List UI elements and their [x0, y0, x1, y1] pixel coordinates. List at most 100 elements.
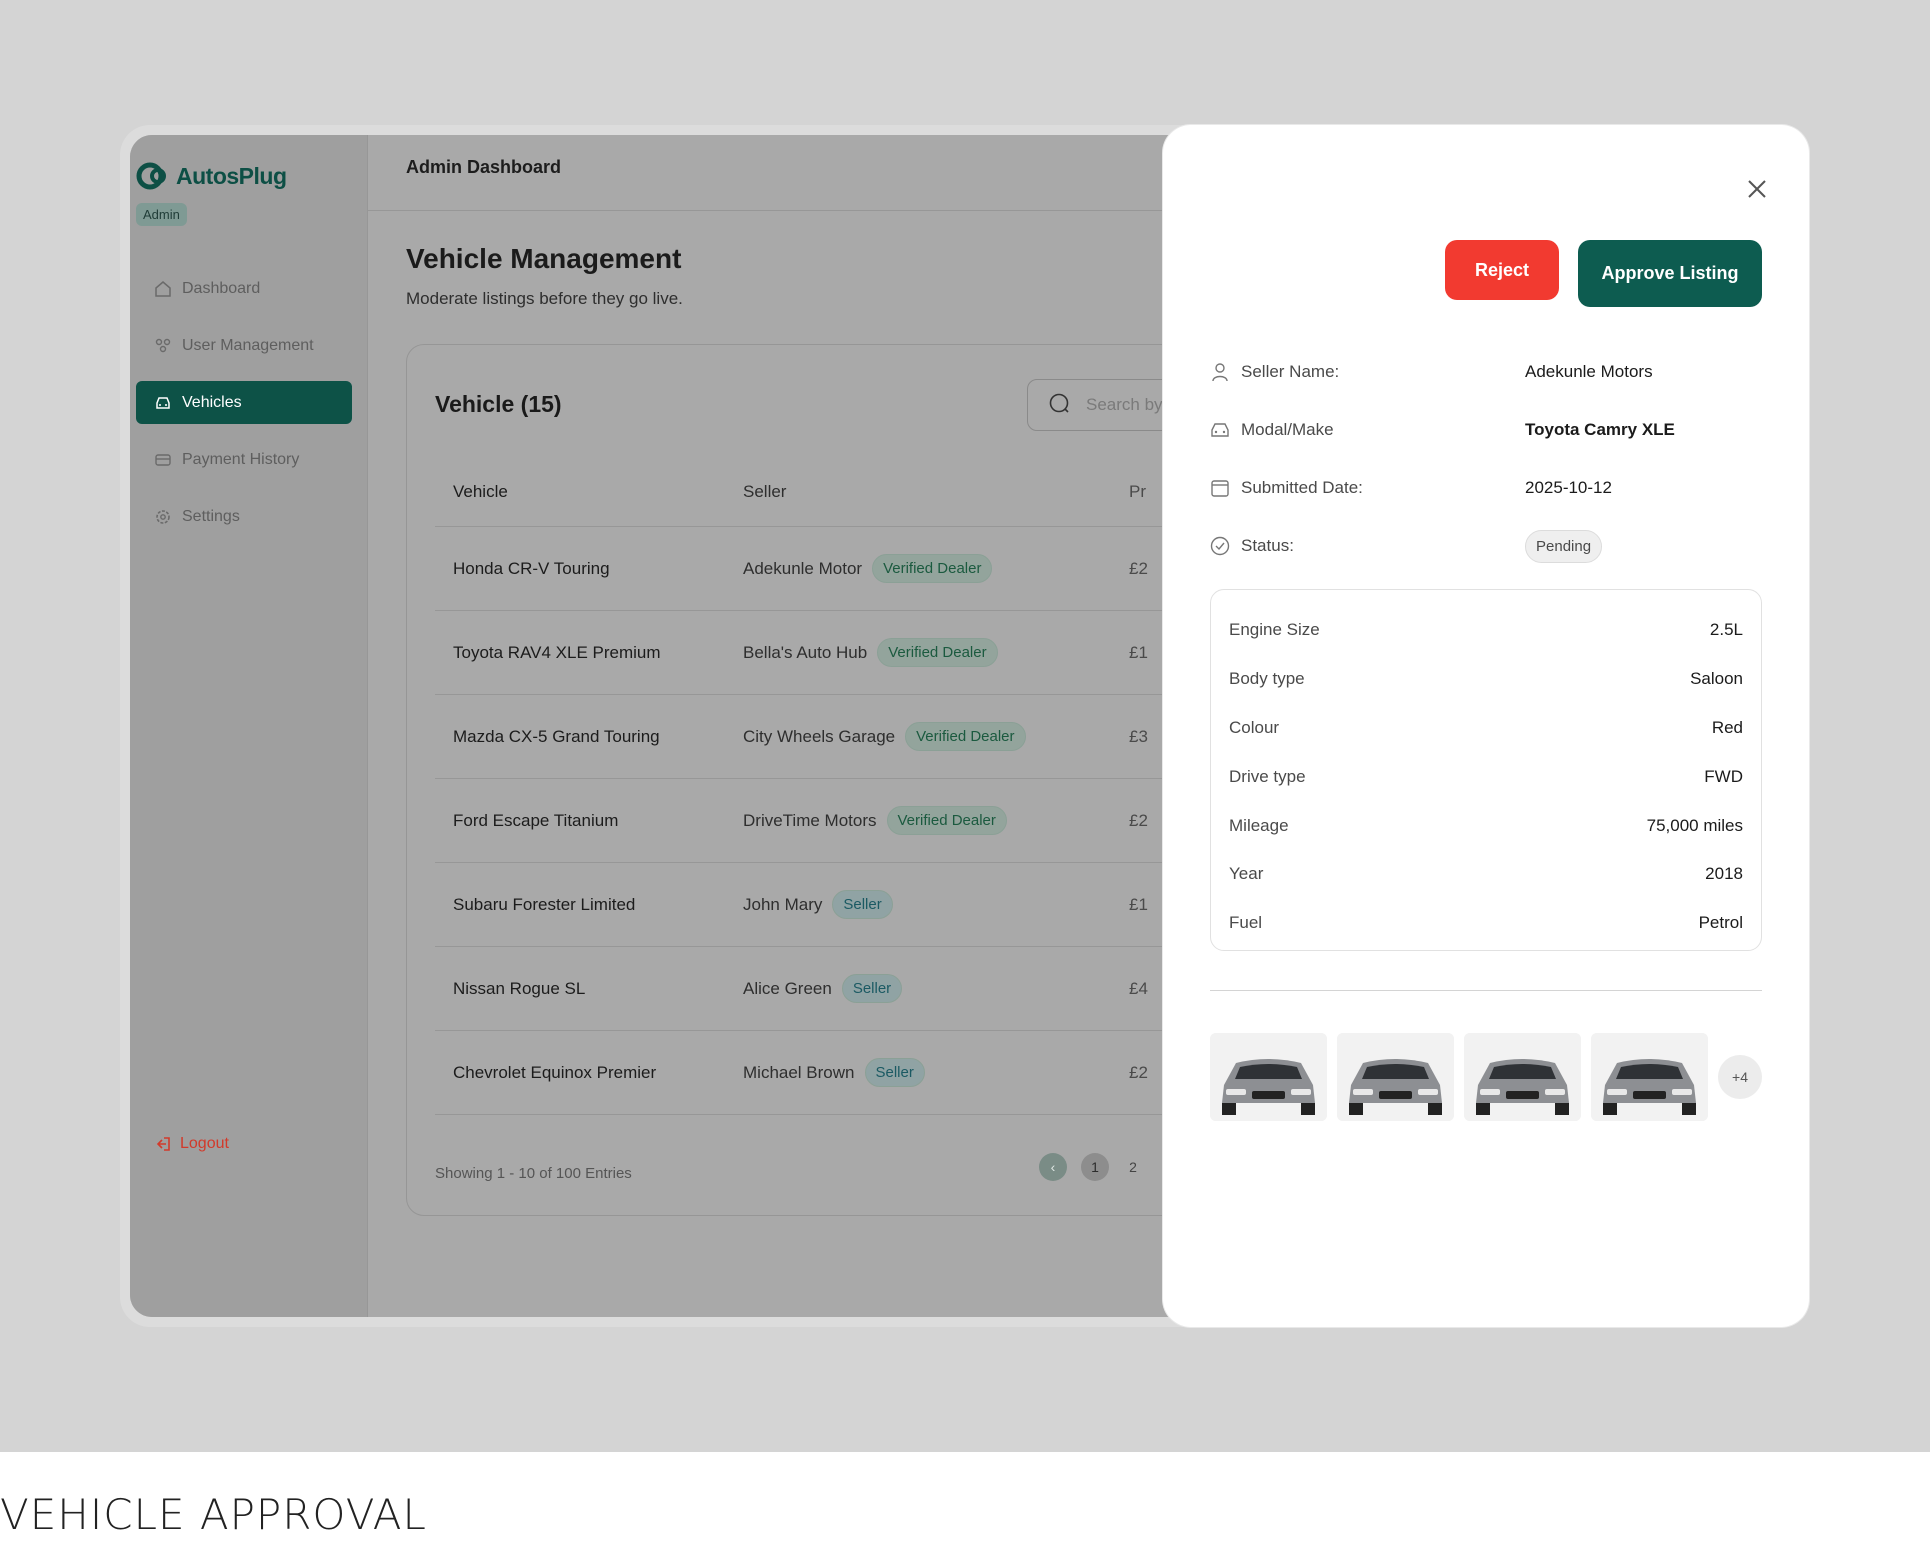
sidebar-item-label: User Management	[182, 336, 314, 354]
more-photos-button[interactable]: +4	[1718, 1055, 1762, 1099]
sidebar-item-label: Settings	[182, 507, 240, 525]
spec-label: Engine Size	[1229, 620, 1320, 640]
approve-listing-button[interactable]: Approve Listing	[1578, 240, 1762, 307]
users-icon	[155, 338, 171, 352]
seller-name-row: Seller Name: Adekunle Motors	[1209, 343, 1769, 401]
logout-label: Logout	[180, 1135, 229, 1152]
label-text: Modal/Make	[1241, 420, 1334, 439]
vehicle-approval-modal: Reject Approve Listing Seller Name: Adek…	[1163, 125, 1809, 1327]
submitted-date-label: Submitted Date:	[1209, 477, 1525, 499]
seller-cell: Adekunle Motor Verified Dealer	[743, 554, 1129, 583]
verified-dealer-badge: Verified Dealer	[872, 554, 993, 583]
brand-name: AutosPlug	[176, 162, 287, 189]
submitted-date-value: 2025-10-12	[1525, 478, 1612, 497]
logout-button[interactable]: Logout	[154, 1135, 229, 1153]
spec-value: 2.5L	[1709, 620, 1743, 640]
car-photo-icon	[1464, 1033, 1581, 1121]
spec-label: Drive type	[1229, 766, 1306, 786]
sidebar-item-settings[interactable]: Settings	[136, 495, 352, 538]
seller-cell: DriveTime Motors Verified Dealer	[743, 806, 1129, 835]
slide-caption: VEHICLE APPROVAL	[0, 1490, 427, 1539]
column-vehicle[interactable]: Vehicle	[435, 482, 743, 502]
seller-name: DriveTime Motors	[743, 810, 877, 830]
reject-button[interactable]: Reject	[1445, 240, 1559, 300]
logout-icon	[156, 1137, 170, 1151]
spec-row: Colour Red	[1229, 704, 1743, 753]
seller-name: Michael Brown	[743, 1062, 855, 1082]
verified-dealer-badge: Verified Dealer	[886, 806, 1007, 835]
seller-badge: Seller	[864, 1058, 925, 1087]
vehicle-name: Nissan Rogue SL	[453, 978, 586, 998]
seller-cell: Michael Brown Seller	[743, 1058, 1129, 1087]
seller-name: John Mary	[743, 894, 823, 914]
vehicle-count-title: Vehicle (15)	[435, 391, 562, 417]
photo-gallery: +4	[1210, 1033, 1762, 1121]
sidebar-item-label: Payment History	[182, 450, 300, 468]
model-make-row: Modal/Make Toyota Camry XLE	[1209, 401, 1769, 459]
sidebar-item-payment-history[interactable]: Payment History	[136, 438, 352, 481]
car-photo-icon	[1337, 1033, 1454, 1121]
spec-value: 2018	[1705, 864, 1743, 884]
seller-name: Bella's Auto Hub	[743, 642, 868, 662]
seller-name: Alice Green	[743, 978, 832, 998]
spec-row: Drive type FWD	[1229, 752, 1743, 801]
check-circle-icon	[1210, 536, 1230, 556]
column-seller[interactable]: Seller	[743, 482, 1129, 502]
spec-row: Body type Saloon	[1229, 655, 1743, 704]
seller-name: Adekunle Motor	[743, 558, 863, 578]
status-badge: Pending	[1525, 529, 1603, 563]
vehicle-name: Toyota RAV4 XLE Premium	[453, 642, 661, 662]
sidebar-item-user-management[interactable]: User Management	[136, 324, 352, 367]
seller-name-label: Seller Name:	[1209, 361, 1525, 383]
submitted-date-row: Submitted Date: 2025-10-12	[1209, 459, 1769, 517]
listing-info: Seller Name: Adekunle Motors Modal/Make …	[1209, 343, 1769, 575]
vehicle-name: Ford Escape Titanium	[453, 810, 619, 830]
page-title: Vehicle Management	[406, 243, 682, 274]
vehicle-photo-thumbnail[interactable]	[1464, 1033, 1581, 1121]
vehicle-photo-thumbnail[interactable]	[1591, 1033, 1708, 1121]
calendar-icon	[1211, 480, 1229, 497]
car-icon	[156, 396, 170, 409]
verified-dealer-badge: Verified Dealer	[877, 638, 998, 667]
previous-page-button[interactable]: ‹	[1039, 1153, 1067, 1181]
status-row: Status: Pending	[1209, 517, 1769, 575]
sidebar-item-dashboard[interactable]: Dashboard	[136, 267, 352, 310]
sidebar-item-label: Vehicles	[182, 393, 242, 411]
vehicle-name: Subaru Forester Limited	[453, 894, 636, 914]
spec-row: Fuel Petrol	[1229, 899, 1743, 948]
car-photo-icon	[1591, 1033, 1708, 1121]
vehicle-name: Honda CR-V Touring	[453, 558, 610, 578]
model-make-value: Toyota Camry XLE	[1525, 420, 1675, 439]
car-photo-icon	[1210, 1033, 1327, 1121]
screenshot-backdrop: AutosPlug Admin Dashboard User Managemen…	[0, 0, 1930, 1452]
spec-value: Red	[1711, 717, 1743, 737]
vehicle-photo-thumbnail[interactable]	[1337, 1033, 1454, 1121]
seller-cell: City Wheels Garage Verified Dealer	[743, 722, 1129, 751]
spec-row: Mileage 75,000 miles	[1229, 801, 1743, 850]
sidebar: AutosPlug Admin Dashboard User Managemen…	[130, 135, 368, 1317]
vehicle-photo-thumbnail[interactable]	[1210, 1033, 1327, 1121]
role-badge: Admin	[136, 203, 187, 226]
user-icon	[1212, 363, 1228, 382]
seller-cell: Alice Green Seller	[743, 974, 1129, 1003]
vehicle-name: Mazda CX-5 Grand Touring	[453, 726, 660, 746]
chevron-left-icon: ‹	[1050, 1159, 1056, 1175]
spec-label: Colour	[1229, 717, 1280, 737]
spec-row: Engine Size 2.5L	[1229, 606, 1743, 655]
seller-name: City Wheels Garage	[743, 726, 896, 746]
home-icon	[155, 280, 171, 297]
seller-cell: Bella's Auto Hub Verified Dealer	[743, 638, 1129, 667]
sidebar-item-vehicles[interactable]: Vehicles	[136, 381, 352, 424]
page-button-2[interactable]: 2	[1123, 1159, 1143, 1175]
brand: AutosPlug	[136, 161, 287, 191]
vehicle-name: Chevrolet Equinox Premier	[453, 1062, 657, 1082]
model-make-label: Modal/Make	[1209, 419, 1525, 441]
spec-value: 75,000 miles	[1646, 815, 1743, 835]
search-placeholder: Search by	[1086, 395, 1163, 414]
search-icon	[1049, 393, 1069, 413]
spec-row: Year 2018	[1229, 850, 1743, 899]
seller-badge: Seller	[832, 890, 893, 919]
page-button-1[interactable]: 1	[1081, 1153, 1109, 1181]
seller-name-value: Adekunle Motors	[1525, 362, 1653, 381]
close-icon[interactable]	[1745, 177, 1769, 201]
